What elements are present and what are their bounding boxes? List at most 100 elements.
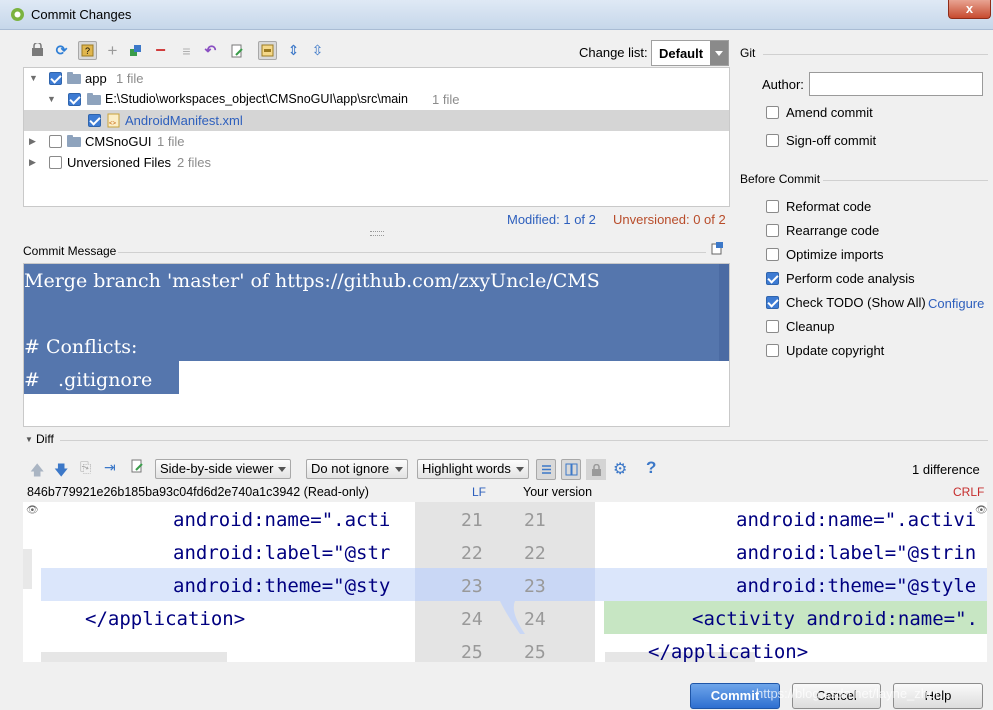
chevron-down-icon[interactable] (710, 41, 728, 65)
manifest-checkbox[interactable] (88, 114, 101, 127)
folder-icon (87, 93, 101, 105)
checkbox-box[interactable] (766, 320, 779, 333)
checkbox-box[interactable] (766, 248, 779, 261)
checkbox-box[interactable] (766, 200, 779, 213)
horizontal-scrollbar[interactable] (41, 652, 227, 662)
option-label: Optimize imports (786, 247, 884, 262)
show-diff-icon[interactable] (28, 41, 47, 60)
highlight-select[interactable]: Highlight words (417, 459, 529, 479)
revert-icon[interactable]: ↶ (201, 41, 220, 60)
editor-scrollbar[interactable] (719, 264, 729, 361)
changelist-combo[interactable]: Default (651, 40, 729, 66)
refresh-icon[interactable]: ⟳ (52, 41, 71, 60)
collapse-all-icon[interactable]: ⇳ (308, 41, 327, 60)
code-line: </application> (85, 608, 246, 630)
close-button[interactable]: x (948, 0, 991, 19)
viewer-select[interactable]: Side-by-side viewer (155, 459, 291, 479)
message-line: Merge branch 'master' of https://github.… (24, 270, 600, 292)
ignored-files-icon[interactable]: ≡ (177, 41, 196, 60)
commit-message-editor[interactable]: Merge branch 'master' of https://github.… (23, 263, 730, 427)
author-label: Author: (762, 77, 804, 92)
separator (823, 180, 988, 181)
checkbox-box[interactable] (766, 344, 779, 357)
code-line: android:label="@strin (736, 542, 977, 564)
edit-source-icon[interactable] (130, 459, 144, 477)
unversioned-checkbox[interactable] (49, 156, 62, 169)
diff-header: Diff (36, 432, 54, 446)
tree-row-app[interactable]: ▼ app 1 file (24, 68, 729, 89)
line-number: 24 (524, 609, 546, 630)
amend-checkbox-box[interactable] (766, 106, 779, 119)
edit-source-icon[interactable] (227, 41, 246, 60)
checkbox-box[interactable] (766, 224, 779, 237)
left-line-ending[interactable]: LF (472, 485, 486, 499)
right-diff-editor[interactable]: 👁 android:name=".activi android:label="@… (595, 502, 987, 662)
main-dir-checkbox[interactable] (68, 93, 81, 106)
help-icon[interactable]: ? (646, 458, 656, 478)
code-line: android:name=".acti (173, 509, 391, 531)
collapse-arrow-icon[interactable]: ▼ (47, 89, 56, 110)
remove-icon[interactable]: − (151, 40, 170, 60)
author-field[interactable] (809, 72, 983, 96)
gear-icon[interactable]: ⚙ (613, 459, 627, 479)
move-to-changelist-icon[interactable] (126, 41, 145, 60)
line-number: 23 (461, 576, 483, 597)
tree-item-count: 1 file (157, 134, 185, 149)
option-label: Perform code analysis (786, 271, 915, 286)
add-icon[interactable]: + (103, 41, 122, 60)
unversioned-count[interactable]: Unversioned: 0 of 2 (613, 212, 726, 227)
separator (763, 54, 988, 55)
compare-previous-file-icon[interactable]: ⎘ (80, 459, 91, 476)
eye-icon[interactable]: 👁 (975, 505, 987, 516)
tree-item-label: CMSnoGUI (85, 134, 152, 149)
line-number: 25 (524, 642, 546, 662)
eye-icon[interactable]: 👁 (26, 505, 39, 516)
tree-row-main-dir[interactable]: ▼ E:\Studio\workspaces_object\CMSnoGUI\a… (24, 89, 729, 110)
expand-arrow-icon[interactable]: ▶ (29, 152, 36, 173)
message-line: # Conflicts: (24, 336, 138, 358)
option-label: Update copyright (786, 343, 885, 358)
ignore-select[interactable]: Do not ignore (306, 459, 408, 479)
compare-next-file-icon[interactable]: ⇥ (104, 459, 116, 476)
collapse-arrow-icon[interactable]: ▼ (25, 435, 33, 444)
app-checkbox[interactable] (49, 72, 62, 85)
separator (60, 440, 988, 441)
sync-scroll-icon[interactable] (561, 459, 581, 480)
cmsnogui-checkbox[interactable] (49, 135, 62, 148)
collapse-unchanged-icon[interactable] (536, 459, 556, 480)
checkbox-box[interactable] (766, 296, 779, 309)
collapse-arrow-icon[interactable]: ▼ (29, 68, 38, 89)
message-line: # .gitignore (24, 369, 153, 391)
commit-history-icon[interactable] (711, 242, 724, 255)
option-label: Reformat code (786, 199, 872, 214)
splitter-handle[interactable] (370, 231, 384, 236)
previous-difference-icon[interactable]: 🡅 (30, 460, 44, 484)
svg-text:?: ? (85, 46, 90, 56)
gutter-marker (23, 549, 32, 589)
tree-row-manifest[interactable]: <> AndroidManifest.xml (24, 110, 729, 131)
right-file-title: Your version (523, 485, 593, 499)
configure-link[interactable]: Configure (928, 296, 984, 311)
xml-file-icon: <> (107, 113, 120, 128)
tree-row-unversioned[interactable]: ▶ Unversioned Files 2 files (24, 152, 729, 173)
tree-row-cmsnogui[interactable]: ▶ CMSnoGUI 1 file (24, 131, 729, 152)
group-by-directory-icon[interactable]: ? (78, 41, 97, 60)
signoff-checkbox-box[interactable] (766, 134, 779, 147)
next-difference-icon[interactable]: 🡇 (54, 460, 68, 484)
preview-diff-icon[interactable] (258, 41, 277, 60)
option-label: Check TODO (Show All) (786, 295, 926, 310)
separator (118, 252, 706, 253)
modified-count[interactable]: Modified: 1 of 2 (507, 212, 596, 227)
diff-gutter: 21 22 23 24 25 21 22 23 24 25 (415, 502, 595, 662)
expand-arrow-icon[interactable]: ▶ (29, 131, 36, 152)
expand-all-icon[interactable]: ⇕ (284, 41, 303, 60)
amend-label: Amend commit (786, 105, 873, 120)
right-line-ending[interactable]: CRLF (953, 485, 984, 499)
watermark: https://blog.csdn.net/layne_zhou (756, 686, 943, 701)
checkbox-box[interactable] (766, 272, 779, 285)
commit-message-label: Commit Message (23, 244, 117, 258)
lock-icon[interactable] (586, 459, 606, 480)
code-line: android:label="@str (173, 542, 391, 564)
line-number: 24 (461, 609, 483, 630)
left-diff-editor[interactable]: 👁 android:name=".acti android:label="@st… (23, 502, 415, 662)
